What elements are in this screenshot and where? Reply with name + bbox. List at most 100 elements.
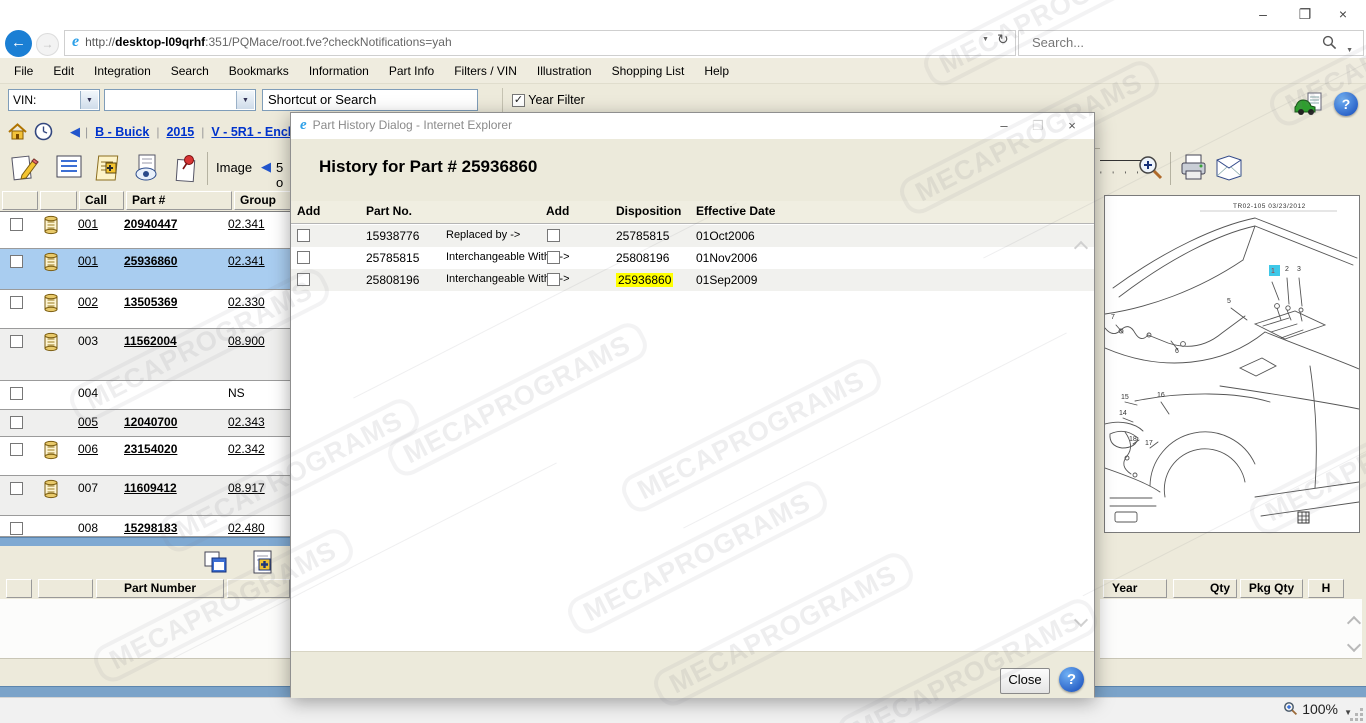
shoplist-column-header[interactable]: Part Number [96, 579, 224, 598]
parts-column-header[interactable] [40, 191, 77, 210]
dialog-minimize-button[interactable]: – [990, 115, 1018, 136]
callout-number[interactable]: 18 [1129, 436, 1137, 443]
part-number-link[interactable]: 12040700 [124, 415, 177, 429]
row-checkbox[interactable] [10, 416, 23, 429]
add-checkbox[interactable] [547, 229, 560, 242]
year-filter[interactable]: ✓ Year Filter [512, 93, 585, 107]
menu-item-information[interactable]: Information [299, 64, 379, 78]
group-number[interactable]: 08.917 [228, 481, 265, 495]
callout-number[interactable]: 3 [1297, 266, 1301, 273]
table-row[interactable]: 006 23154020 02.342 [0, 437, 292, 476]
pricing-column-header[interactable]: Qty [1173, 579, 1237, 598]
row-checkbox[interactable] [10, 335, 23, 348]
add-to-list-icon[interactable] [93, 153, 123, 186]
group-number[interactable]: 02.342 [228, 442, 265, 456]
shortcut-search-input[interactable]: Shortcut or Search [262, 89, 478, 111]
shoplist-column-header[interactable] [227, 579, 290, 598]
callout-number[interactable]: 7 [1111, 314, 1115, 321]
pricing-column-header[interactable]: Year [1103, 579, 1167, 598]
part-history-icon[interactable] [40, 479, 61, 502]
row-checkbox[interactable] [10, 218, 23, 231]
shoplist-column-header[interactable] [6, 579, 32, 598]
callout-number[interactable]: 2 [1285, 266, 1289, 273]
parts-column-header[interactable]: Group [234, 191, 292, 210]
call-number[interactable]: 001 [78, 254, 98, 268]
group-number[interactable]: 02.480 [228, 521, 265, 535]
window-close-button[interactable]: × [1328, 4, 1358, 24]
callout-number[interactable]: 5 [1227, 298, 1231, 305]
table-row[interactable]: 0021350536902.330 [0, 290, 292, 329]
callout-number[interactable]: 17 [1145, 440, 1153, 447]
menu-item-search[interactable]: Search [161, 64, 219, 78]
add-checkbox[interactable] [297, 229, 310, 242]
shoplist-column-header[interactable] [38, 579, 93, 598]
year-filter-checkbox[interactable]: ✓ [512, 94, 525, 107]
part-number-link[interactable]: 13505369 [124, 295, 177, 309]
parts-column-header[interactable]: Part # [126, 191, 232, 210]
table-row[interactable]: 004NS [0, 381, 292, 410]
edit-note-icon[interactable] [10, 153, 40, 187]
close-button[interactable]: Close [1000, 668, 1050, 694]
history-clock-icon[interactable] [34, 122, 53, 144]
menu-item-help[interactable]: Help [694, 64, 739, 78]
forward-button[interactable]: → [36, 33, 59, 56]
pin-note-icon[interactable] [172, 153, 200, 187]
vin-value-select[interactable]: ▼ [104, 89, 256, 111]
notes-list-icon[interactable] [55, 153, 83, 184]
add-checkbox[interactable] [297, 273, 310, 286]
part-history-icon[interactable] [40, 293, 61, 316]
menu-item-file[interactable]: File [4, 64, 43, 78]
vin-select[interactable]: VIN: ▼ [8, 89, 100, 111]
pricing-column-header[interactable]: H [1308, 579, 1344, 598]
call-number[interactable]: 006 [78, 442, 98, 456]
breadcrumb-link[interactable]: B - Buick [95, 125, 149, 139]
row-checkbox[interactable] [10, 255, 23, 268]
add-document-icon[interactable] [250, 549, 276, 579]
group-number[interactable]: 02.341 [228, 217, 265, 231]
menu-item-edit[interactable]: Edit [43, 64, 84, 78]
menu-item-illustration[interactable]: Illustration [527, 64, 602, 78]
home-icon[interactable] [8, 123, 27, 144]
group-number[interactable]: 02.341 [228, 254, 265, 268]
table-row[interactable]: 0051204070002.343 [0, 410, 292, 437]
row-checkbox[interactable] [10, 387, 23, 400]
parts-column-header[interactable] [2, 191, 38, 210]
dialog-maximize-button[interactable]: ❐ [1024, 115, 1052, 136]
group-number[interactable]: 08.900 [228, 334, 265, 348]
add-checkbox[interactable] [547, 251, 560, 264]
url-dropdown-caret[interactable]: ▼ [982, 36, 989, 43]
help-icon[interactable]: ? [1334, 92, 1358, 116]
menu-item-integration[interactable]: Integration [84, 64, 161, 78]
call-number[interactable]: 002 [78, 295, 98, 309]
dialog-help-icon[interactable]: ? [1059, 667, 1084, 692]
part-number-link[interactable]: 23154020 [124, 442, 177, 456]
table-row[interactable]: 0081529818302.480 [0, 516, 292, 537]
table-row[interactable]: 0071160941208.917 [0, 476, 292, 516]
part-number-link[interactable]: 11609412 [124, 481, 177, 495]
dialog-close-icon[interactable]: × [1058, 115, 1086, 136]
row-checkbox[interactable] [10, 443, 23, 456]
menu-item-filters-vin[interactable]: Filters / VIN [444, 64, 527, 78]
restore-window-icon[interactable] [202, 549, 229, 578]
print-icon[interactable] [1178, 153, 1208, 186]
callout-number[interactable]: 14 [1119, 410, 1127, 417]
part-number-link[interactable]: 15298183 [124, 521, 177, 535]
add-checkbox[interactable] [547, 273, 560, 286]
call-number[interactable]: 001 [78, 217, 98, 231]
add-checkbox[interactable] [297, 251, 310, 264]
table-row[interactable]: 0012094044702.341 [0, 212, 292, 249]
illustration-canvas[interactable]: TR02-105 03/23/2012 [1104, 195, 1360, 533]
page-zoom-control[interactable]: 100% [1283, 701, 1338, 717]
address-bar[interactable]: ehttp://desktop-l09qrhf:351/PQMace/root.… [64, 30, 1016, 56]
search-box[interactable]: Search... ▼ [1018, 30, 1364, 56]
part-history-icon[interactable] [40, 252, 61, 275]
dialog-scroll-down-icon[interactable] [1074, 613, 1088, 627]
image-prev-icon[interactable]: ◀ [261, 159, 271, 175]
menu-item-shopping-list[interactable]: Shopping List [602, 64, 695, 78]
part-number-link[interactable]: 25936860 [124, 254, 177, 268]
zoom-in-icon[interactable] [1136, 154, 1164, 185]
callout-number[interactable]: 1 [1271, 268, 1275, 275]
row-checkbox[interactable] [10, 482, 23, 495]
group-number[interactable]: 02.343 [228, 415, 265, 429]
parts-column-header[interactable]: Call [79, 191, 124, 210]
